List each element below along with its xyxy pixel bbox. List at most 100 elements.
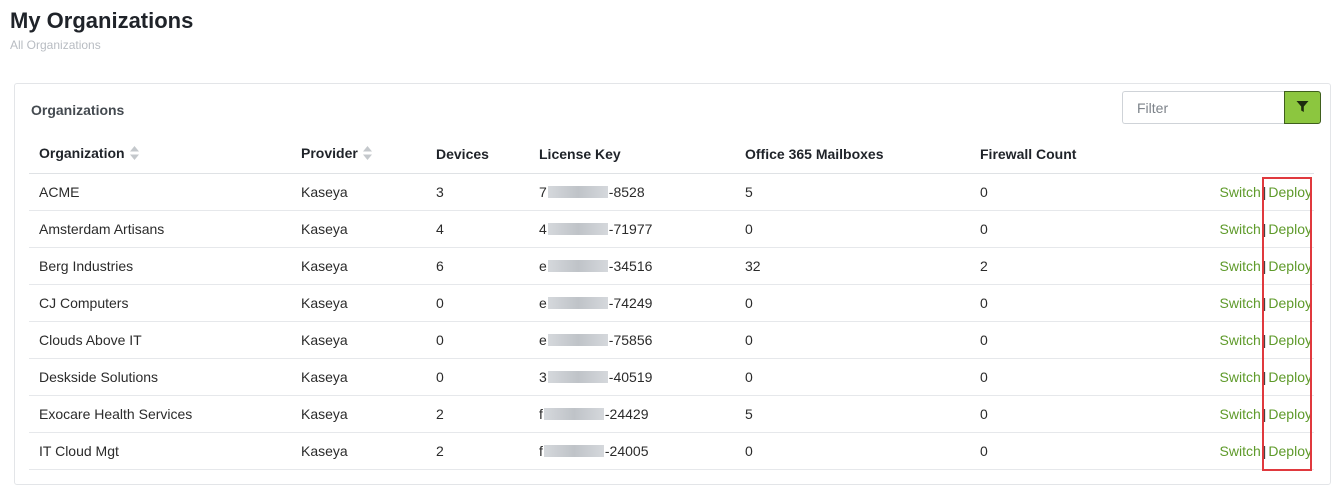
cell-organization: Amsterdam Artisans [29,210,291,248]
license-key-redacted [543,445,604,457]
cell-devices: 2 [426,395,529,433]
cell-license-key: 4 -71977 [529,210,735,248]
cell-devices: 0 [426,284,529,322]
deploy-link[interactable]: Deploy [1268,406,1312,422]
switch-link[interactable]: Switch [1220,258,1261,274]
license-key-suffix: -71977 [608,221,653,237]
cell-provider: Kaseya [291,284,426,322]
cell-actions: Switch | Deploy [1130,321,1314,359]
license-key-redacted [547,334,608,346]
deploy-link[interactable]: Deploy [1268,184,1312,200]
column-header-license-key: License Key [529,134,735,174]
table-row: Berg Industries Kaseya 6 e -34516 32 2 Switch | D… [29,247,1314,285]
sort-updown-icon[interactable] [129,145,139,163]
filter-button[interactable] [1284,91,1321,124]
switch-link[interactable]: Switch [1220,184,1261,200]
table-row: CJ Computers Kaseya 0 e -74249 0 0 Switch | Deplo… [29,284,1314,322]
column-header-devices: Devices [426,134,529,174]
cell-actions: Switch | Deploy [1130,432,1314,470]
cell-license-key: 3 -40519 [529,358,735,396]
switch-link[interactable]: Switch [1220,332,1261,348]
organizations-panel: Organizations Organization Provider Devi… [14,83,1331,485]
table-row: Deskside Solutions Kaseya 0 3 -40519 0 0 Switch… [29,358,1314,396]
panel-title: Organizations [31,102,125,118]
cell-office365: 0 [735,432,970,470]
license-key-suffix: -34516 [608,258,653,274]
deploy-link[interactable]: Deploy [1268,443,1312,459]
column-header-office365: Office 365 Mailboxes [735,134,970,174]
deploy-link[interactable]: Deploy [1268,332,1312,348]
cell-license-key: e -74249 [529,284,735,322]
cell-provider: Kaseya [291,210,426,248]
cell-firewall: 0 [970,395,1130,433]
deploy-link[interactable]: Deploy [1268,369,1312,385]
action-separator: | [1262,406,1267,422]
table-row: ACME Kaseya 3 7 -8528 5 0 Switch | Deploy [29,173,1314,211]
license-key-prefix: f [539,406,543,422]
action-separator: | [1262,295,1267,311]
cell-office365: 0 [735,358,970,396]
column-header-provider[interactable]: Provider [291,134,426,174]
table-row: Clouds Above IT Kaseya 0 e -75856 0 0 Switch | De… [29,321,1314,359]
action-separator: | [1262,443,1267,459]
action-separator: | [1262,258,1267,274]
cell-firewall: 0 [970,321,1130,359]
cell-organization: CJ Computers [29,284,291,322]
page-title: My Organizations [10,8,194,33]
cell-office365: 0 [735,210,970,248]
switch-link[interactable]: Switch [1220,406,1261,422]
license-key-redacted [547,223,608,235]
cell-devices: 3 [426,173,529,211]
cell-provider: Kaseya [291,247,426,285]
license-key-redacted [543,408,604,420]
deploy-link[interactable]: Deploy [1268,221,1312,237]
column-header-actions [1130,134,1314,174]
cell-actions: Switch | Deploy [1130,247,1314,285]
action-separator: | [1262,221,1267,237]
license-key-redacted [547,371,608,383]
deploy-link[interactable]: Deploy [1268,295,1312,311]
switch-link[interactable]: Switch [1220,295,1261,311]
cell-firewall: 0 [970,284,1130,322]
filter-input[interactable] [1122,91,1284,124]
license-key-suffix: -75856 [608,332,653,348]
action-separator: | [1262,369,1267,385]
switch-link[interactable]: Switch [1220,369,1261,385]
cell-organization: IT Cloud Mgt [29,432,291,470]
cell-office365: 5 [735,395,970,433]
cell-organization: ACME [29,173,291,211]
deploy-link[interactable]: Deploy [1268,258,1312,274]
action-separator: | [1262,332,1267,348]
license-key-prefix: 4 [539,221,547,237]
cell-actions: Switch | Deploy [1130,210,1314,248]
page-subtitle: All Organizations [10,38,101,52]
cell-organization: Clouds Above IT [29,321,291,359]
cell-actions: Switch | Deploy [1130,358,1314,396]
cell-license-key: f -24005 [529,432,735,470]
cell-office365: 5 [735,173,970,211]
switch-link[interactable]: Switch [1220,221,1261,237]
cell-firewall: 0 [970,210,1130,248]
cell-organization: Deskside Solutions [29,358,291,396]
cell-license-key: 7 -8528 [529,173,735,211]
cell-devices: 6 [426,247,529,285]
cell-actions: Switch | Deploy [1130,395,1314,433]
column-label: Provider [301,144,358,161]
cell-provider: Kaseya [291,395,426,433]
cell-provider: Kaseya [291,173,426,211]
cell-actions: Switch | Deploy [1130,284,1314,322]
cell-office365: 0 [735,321,970,359]
table-row: Amsterdam Artisans Kaseya 4 4 -71977 0 0 Switch… [29,210,1314,248]
license-key-prefix: e [539,258,547,274]
license-key-prefix: 3 [539,369,547,385]
cell-devices: 0 [426,321,529,359]
license-key-prefix: e [539,295,547,311]
column-header-organization[interactable]: Organization [29,134,291,174]
switch-link[interactable]: Switch [1220,443,1261,459]
cell-firewall: 0 [970,173,1130,211]
table-row: IT Cloud Mgt Kaseya 2 f -24005 0 0 Switch | Deplo… [29,432,1314,470]
sort-updown-icon[interactable] [362,145,372,163]
cell-organization: Berg Industries [29,247,291,285]
cell-firewall: 0 [970,358,1130,396]
cell-provider: Kaseya [291,358,426,396]
